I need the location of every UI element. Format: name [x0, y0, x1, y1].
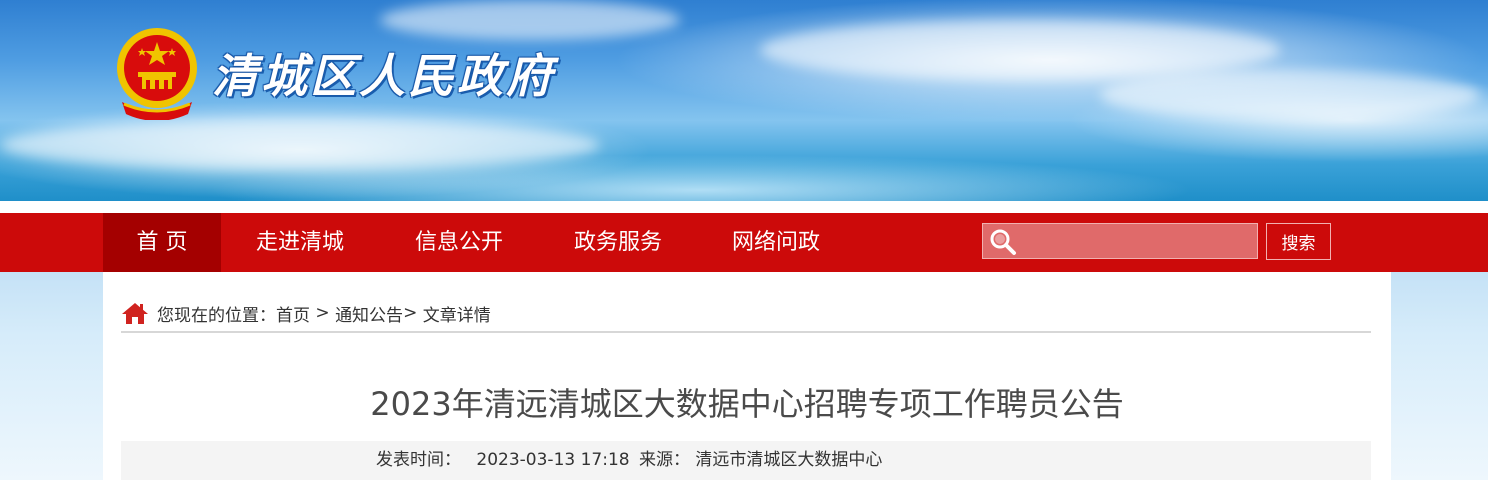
search-button[interactable]: 搜索: [1266, 223, 1331, 260]
nav-item-info-disclosure[interactable]: 信息公开: [395, 213, 523, 272]
article-meta: 发表时间： 2023-03-13 17:18 来源： 清远市清城区大数据中心: [121, 441, 1371, 480]
banner-cloud: [380, 0, 680, 40]
breadcrumb-separator: >: [403, 303, 423, 323]
breadcrumb: 您现在的位置： 首页 > 通知公告 > 文章详情: [121, 299, 491, 327]
breadcrumb-link-home[interactable]: 首页: [276, 301, 310, 326]
national-emblem-icon: [117, 28, 197, 120]
nav-item-online-inquiry[interactable]: 网络问政: [712, 213, 840, 272]
search-input[interactable]: [1021, 226, 1255, 258]
search-icon: [990, 229, 1016, 255]
main-nav: 首 页 走进清城 信息公开 政务服务 网络问政 搜索: [0, 213, 1488, 272]
banner-cloud: [760, 20, 1280, 80]
banner-cloud: [1100, 70, 1480, 120]
source-label: 来源：: [639, 450, 691, 470]
breadcrumb-prefix: 您现在的位置：: [157, 305, 276, 326]
article-panel: 您现在的位置： 首页 > 通知公告 > 文章详情 2023年清远清城区大数据中心…: [103, 272, 1391, 480]
search-box: [982, 223, 1258, 259]
breadcrumb-current: 文章详情: [422, 305, 491, 326]
breadcrumb-divider: [121, 331, 1371, 333]
banner-divider: [0, 201, 1488, 213]
home-icon: [122, 303, 148, 324]
nav-item-gov-services[interactable]: 政务服务: [554, 213, 682, 272]
published-value: 2023-03-13 17:18: [476, 450, 630, 470]
breadcrumb-separator: >: [310, 303, 336, 323]
nav-item-about[interactable]: 走进清城: [236, 213, 364, 272]
breadcrumb-link-notices[interactable]: 通知公告: [335, 301, 403, 326]
nav-item-home[interactable]: 首 页: [103, 213, 221, 272]
site-banner: 清城区人民政府: [0, 0, 1488, 201]
source-value: 清远市清城区大数据中心: [695, 450, 883, 470]
article-title: 2023年清远清城区大数据中心招聘专项工作聘员公告: [370, 385, 1124, 423]
site-title: 清城区人民政府: [212, 49, 555, 103]
banner-cloud: [0, 120, 600, 170]
published-label: 发表时间：: [376, 450, 461, 470]
